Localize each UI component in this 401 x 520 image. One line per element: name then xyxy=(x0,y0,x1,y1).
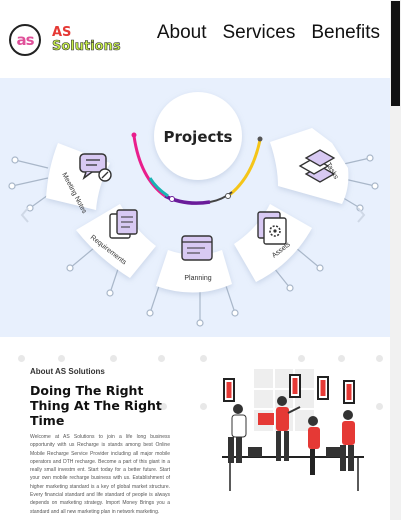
arc-dot-pink xyxy=(131,132,137,138)
nav-about[interactable]: About xyxy=(157,22,207,44)
segment-cards xyxy=(46,92,349,293)
decor-dot xyxy=(158,355,165,362)
decor-dot xyxy=(376,355,383,362)
logo-line-1: AS xyxy=(52,25,72,40)
about-heading: Doing The Right Thing At The Right Time xyxy=(30,383,162,428)
logo-mark[interactable]: as xyxy=(9,24,41,56)
about-paragraph: Welcome at AS Solutions to join a life l… xyxy=(30,434,170,515)
arc-dot xyxy=(169,196,175,202)
decor-dot xyxy=(110,355,117,362)
decor-dot xyxy=(18,355,25,362)
about-eyebrow: About AS Solutions xyxy=(30,367,105,376)
planning-window-icon xyxy=(181,235,213,261)
arc-dot xyxy=(225,193,231,199)
decor-dot xyxy=(200,403,207,410)
decor-dot xyxy=(338,355,345,362)
nav-benefits[interactable]: Benefits xyxy=(311,22,380,44)
decor-dot xyxy=(58,355,65,362)
carousel-prev-icon[interactable] xyxy=(20,207,29,223)
decor-dot xyxy=(200,355,207,362)
logo-mark-text: as xyxy=(16,31,34,49)
team-office-illustration xyxy=(222,369,364,491)
documents-icon xyxy=(109,209,138,239)
arc-teal xyxy=(148,177,169,198)
carousel-next-icon[interactable] xyxy=(357,207,366,223)
scrollbar-thumb[interactable] xyxy=(391,1,400,106)
arc-dot-end xyxy=(257,136,263,142)
hero-banner: Projects Meeting Notes Requirements Plan… xyxy=(0,78,390,337)
logo-line-2: Solutions xyxy=(52,39,121,54)
nav-services[interactable]: Services xyxy=(222,22,295,44)
logo-text[interactable]: AS Solutions xyxy=(52,26,121,54)
main-nav: About Services Benefits xyxy=(157,22,380,44)
decor-dot xyxy=(376,403,383,410)
site-header: as AS Solutions About Services Benefits xyxy=(0,0,390,78)
page-scrollbar[interactable] xyxy=(390,0,401,520)
projects-diagram: Projects Meeting Notes Requirements Plan… xyxy=(8,92,379,327)
segment-label-planning: Planning xyxy=(184,275,211,282)
decor-dot xyxy=(298,355,305,362)
about-section: About AS Solutions Doing The Right Thing… xyxy=(0,337,390,520)
projects-label: Projects xyxy=(163,128,232,146)
